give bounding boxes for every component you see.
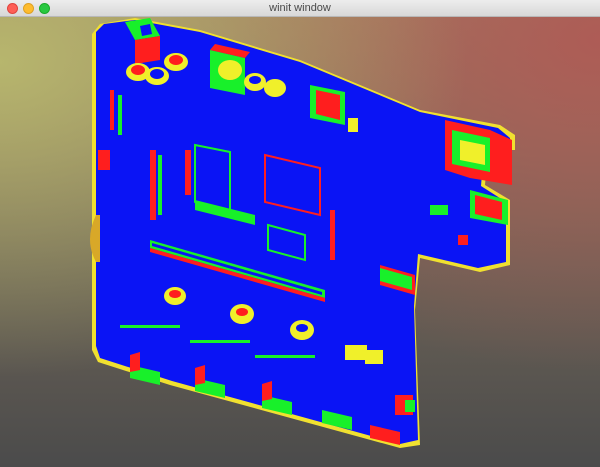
render-viewport[interactable]	[0, 17, 600, 467]
pcb-render	[90, 18, 515, 448]
app-window: winit window	[0, 0, 600, 467]
board-notch	[90, 215, 100, 262]
window-title: winit window	[269, 2, 331, 14]
title-bar[interactable]: winit window	[0, 0, 600, 17]
